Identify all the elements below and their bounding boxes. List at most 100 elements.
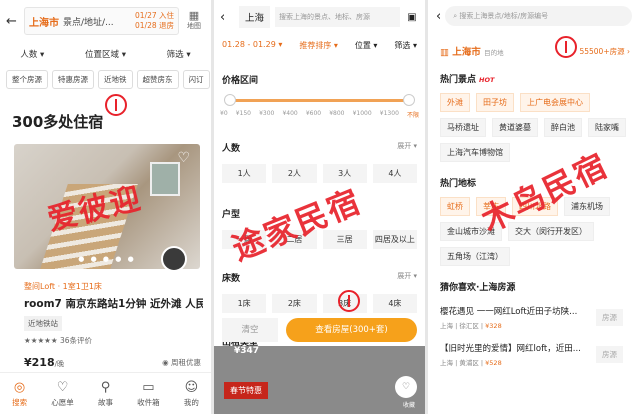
price-tick: ¥1300	[379, 110, 399, 117]
listing-title[interactable]: room7 南京东路站1分钟 近外滩 人民...	[24, 296, 203, 311]
annotation-text: 途家民宿	[226, 181, 367, 268]
search-box[interactable]: 上海市 景点/地址/... 01/27 入住 01/28 退房	[24, 7, 179, 35]
tag-metro[interactable]: 近地铁	[98, 70, 133, 89]
favorite-icon[interactable]: ♡	[395, 376, 417, 398]
price-tick: ¥300	[259, 110, 275, 117]
filter-selector[interactable]: 筛选 ▾	[394, 40, 417, 51]
room-type-badge: 房源	[596, 309, 623, 326]
favorite-label: 收藏	[402, 402, 415, 409]
nav-search[interactable]: ◎ 搜索	[12, 380, 27, 408]
price-tick: ¥150	[235, 110, 252, 117]
price-tick: ¥1000	[352, 110, 372, 117]
people-expand[interactable]: 展开 ▾	[397, 141, 417, 154]
search-icon: ◎	[13, 379, 26, 395]
landmark-chip[interactable]: 莘庄	[476, 197, 506, 216]
back-chevron-icon[interactable]: ‹	[436, 9, 441, 24]
filter-people[interactable]: 人数 ▾	[20, 48, 44, 60]
location-selector[interactable]: 位置 ▾	[355, 40, 378, 51]
map-label: 地图	[187, 22, 201, 30]
slider-max-handle[interactable]	[403, 94, 415, 106]
back-arrow-icon[interactable]: ←	[6, 14, 20, 29]
list-item[interactable]: 樱花遇见 一一网红Loft近田子坊陕... 上海 | 徐汇区 | ¥328 房源	[440, 305, 632, 330]
spot-chip[interactable]: 上海汽车博物馆	[440, 143, 510, 162]
view-results-button[interactable]: 查看房屋(300+套)	[286, 318, 417, 342]
beds-option[interactable]: 3床	[322, 294, 367, 313]
layout-option[interactable]: 三居	[322, 230, 367, 249]
spot-chip[interactable]: 醉白池	[544, 118, 582, 137]
room-type-badge: 房源	[596, 346, 623, 363]
story-icon: ⚲	[100, 379, 111, 395]
beds-option[interactable]: 4床	[372, 294, 417, 313]
search-input[interactable]: 景点/地址/...	[63, 15, 131, 28]
people-option[interactable]: 1人	[222, 164, 267, 183]
city-selector[interactable]: 上海市	[29, 14, 59, 29]
spot-chip[interactable]: 陆家嘴	[588, 118, 626, 137]
tag-deal[interactable]: 特惠房源	[52, 70, 94, 89]
spot-chip[interactable]: 外滩	[440, 93, 470, 112]
back-chevron-icon[interactable]: ‹	[220, 10, 234, 25]
inbox-icon: ▭	[142, 379, 155, 395]
tag-superhost[interactable]: 超赞房东	[136, 70, 179, 89]
map-button[interactable]: ▦ 地图	[183, 10, 205, 31]
price-row: ¥218/晚 ◉ 周租优惠	[24, 356, 201, 369]
landmark-chip[interactable]: 四川北路	[512, 197, 558, 216]
listing-count[interactable]: 55500+房源 ›	[579, 46, 630, 57]
beds-options: 1床 2床 3床 4床	[222, 294, 417, 313]
landmark-chip[interactable]: 浦东机场	[564, 197, 610, 216]
heart-icon[interactable]: ♡	[177, 150, 190, 166]
nav-wishlist[interactable]: ♡ 心愿单	[51, 380, 74, 408]
slider-min-handle[interactable]	[224, 94, 236, 106]
date-range[interactable]: 01/27 入住 01/28 退房	[135, 11, 174, 31]
price-title: 价格区间	[222, 76, 259, 86]
destination-row[interactable]: ▥ 上海市 目的地 55500+房源 ›	[440, 44, 630, 59]
filter-bar: 01.28 - 01.29 ▾ 推荐排序 ▾ 位置 ▾ 筛选 ▾	[222, 40, 417, 51]
landmark-chip[interactable]: 五角场（江湾）	[440, 247, 510, 266]
nav-profile-label: 我的	[183, 397, 199, 407]
peek-price: ¥347	[234, 346, 260, 356]
review-count: ★★★★★ 36条评价	[24, 336, 93, 345]
search-placeholder: 搜索上海景点/地标/房源编号	[459, 12, 549, 20]
people-option[interactable]: 3人	[322, 164, 367, 183]
room-title: 【旧时光里的爱情】网红loft，近田...	[440, 344, 581, 354]
date-selector[interactable]: 01.28 - 01.29 ▾	[222, 40, 282, 51]
nav-profile[interactable]: ☺ 我的	[184, 380, 199, 408]
layout-option[interactable]: 一居	[222, 230, 267, 249]
layout-option[interactable]: 二居	[272, 230, 317, 249]
reset-button[interactable]: 清空	[222, 318, 278, 342]
landmarks-heading: 热门地标	[440, 176, 640, 189]
landmark-chip[interactable]: 交大（闵行开发区）	[508, 222, 594, 241]
beds-option[interactable]: 1床	[222, 294, 267, 313]
search-bar: ‹ ⌕ 搜索上海景点/地标/房源编号	[436, 6, 632, 26]
spot-chip[interactable]: 黄道婆墓	[492, 118, 538, 137]
filter-location[interactable]: 位置区域 ▾	[85, 48, 126, 60]
building-icon: ▥	[440, 47, 453, 58]
destination-sub: 目的地	[484, 49, 504, 57]
landmark-chip[interactable]: 金山城市沙滩	[440, 222, 502, 241]
spot-chip[interactable]: 上广电会展中心	[520, 93, 590, 112]
hot-spots: 外滩 田子坊 上广电会展中心 马桥遗址 黄道婆墓 醉白池 陆家嘴 上海汽车博物馆	[440, 93, 632, 162]
hot-label: HOT	[479, 76, 495, 84]
sort-selector[interactable]: 推荐排序 ▾	[299, 40, 338, 51]
host-avatar[interactable]	[161, 246, 187, 272]
layout-option[interactable]: 四居及以上	[372, 230, 417, 249]
beds-option[interactable]: 2床	[272, 294, 317, 313]
search-input[interactable]: ⌕ 搜索上海景点/地标/房源编号	[445, 6, 632, 26]
people-option[interactable]: 4人	[372, 164, 417, 183]
list-item[interactable]: 【旧时光里的爱情】网红loft，近田... 上海 | 黄浦区 | ¥528 房源	[440, 342, 632, 367]
window-graphic	[150, 162, 180, 196]
tag-entire-home[interactable]: 整个房源	[6, 70, 48, 89]
spot-chip[interactable]: 马桥遗址	[440, 118, 486, 137]
city-selector[interactable]: 上海	[239, 6, 271, 28]
map-icon[interactable]: ▣	[405, 12, 419, 23]
tag-instant-book[interactable]: 闪订	[182, 70, 210, 89]
spot-chip[interactable]: 田子坊	[476, 93, 514, 112]
room-meta: 上海 | 徐汇区 | ¥328	[440, 322, 502, 330]
nav-stories[interactable]: ⚲ 故事	[98, 380, 113, 408]
beds-expand[interactable]: 展开 ▾	[397, 271, 417, 284]
price-slider[interactable]	[224, 94, 415, 106]
people-option[interactable]: 2人	[272, 164, 317, 183]
landmark-chip[interactable]: 虹桥	[440, 197, 470, 216]
search-input[interactable]: 搜索上海的景点、地标、房源	[275, 7, 400, 27]
nav-inbox[interactable]: ▭ 收件箱	[137, 380, 160, 408]
filter-more[interactable]: 筛选 ▾	[167, 48, 191, 60]
